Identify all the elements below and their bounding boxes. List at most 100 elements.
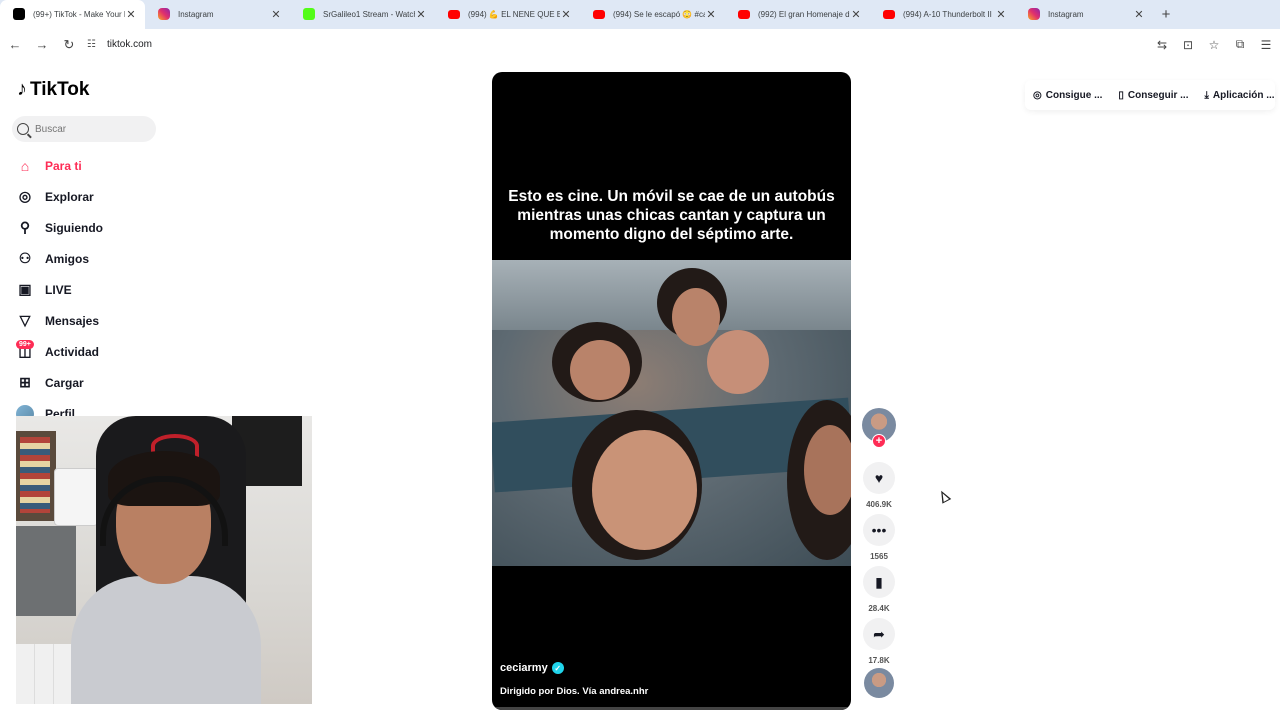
browser-tab-tiktok[interactable]: (99+) TikTok - Make Your D ✕: [0, 0, 145, 29]
like-action[interactable]: ♥ 406.9K: [861, 462, 897, 510]
back-icon[interactable]: ←: [3, 33, 27, 57]
tab-title: Instagram: [178, 10, 214, 19]
sidebar-nav: ⌂ Para ti ◎ Explorar ⚲ Siguiendo ⚇ Amigo…: [16, 150, 176, 429]
person-face: [672, 288, 720, 346]
upload-icon: ⊞: [19, 374, 31, 390]
video-player[interactable]: Esto es cine. Un móvil se cae de un auto…: [492, 72, 851, 710]
sidebar-item-label: Actividad: [45, 344, 100, 359]
creator-avatar[interactable]: +: [862, 408, 896, 448]
address-bar[interactable]: ☷ tiktok.com: [87, 39, 152, 50]
comment-icon[interactable]: •••: [863, 514, 895, 546]
video-progress-bar[interactable]: [492, 707, 851, 710]
activity-badge: 99+: [16, 340, 34, 349]
tab-title: SrGalileo1 Stream - Watch: [323, 10, 415, 19]
mouse-cursor-icon: [936, 488, 952, 504]
tiktok-note-icon: ♪: [17, 78, 27, 100]
person-face: [592, 430, 697, 550]
close-icon[interactable]: ✕: [560, 8, 572, 21]
browser-tab-instagram[interactable]: Instagram ✕: [145, 0, 290, 29]
tab-title: (994) Se le escapó 😳 #ca: [613, 10, 705, 19]
share-icon[interactable]: ➦: [863, 618, 895, 650]
sidebar-item-cargar[interactable]: ⊞ Cargar: [16, 367, 176, 398]
close-icon[interactable]: ✕: [415, 8, 427, 21]
sidebar-item-label: Explorar: [45, 189, 94, 204]
share-count: 17.8K: [868, 656, 890, 665]
sidebar-item-siguiendo[interactable]: ⚲ Siguiendo: [16, 212, 176, 243]
menu-icon[interactable]: ☰: [1258, 38, 1274, 52]
video-author[interactable]: ceciarmy ✓: [500, 662, 564, 674]
webcam-sofa: [16, 526, 76, 616]
webcam-floor: [16, 644, 76, 704]
video-description: Dirigido por Dios. Vía andrea.nhr: [500, 686, 649, 697]
reload-icon[interactable]: ↻: [57, 33, 81, 57]
extensions-icon[interactable]: ⧉: [1232, 37, 1248, 52]
browser-tab-youtube-1[interactable]: (994) 💪 EL NENE QUE EN ✕: [435, 0, 580, 29]
home-icon: ⌂: [20, 157, 30, 174]
webcam-bookshelf: [16, 431, 56, 521]
compass-icon: ◎: [18, 188, 32, 204]
close-icon[interactable]: ✕: [125, 8, 137, 21]
video-actions: + ♥ 406.9K ••• 1565 ▮ 28.4K ➦ 17.8K: [861, 408, 897, 698]
install-icon[interactable]: ⊡: [1180, 38, 1196, 52]
close-icon[interactable]: ✕: [705, 8, 717, 21]
sidebar-item-para-ti[interactable]: ⌂ Para ti: [16, 150, 176, 181]
search-input[interactable]: [35, 123, 145, 135]
sidebar-item-explorar[interactable]: ◎ Explorar: [16, 181, 176, 212]
browser-tab-kick[interactable]: SrGalileo1 Stream - Watch ✕: [290, 0, 435, 29]
forward-icon[interactable]: →: [30, 33, 54, 57]
search-box[interactable]: [12, 116, 156, 142]
get-coins-link[interactable]: ◎ Consigue ...: [1033, 90, 1102, 101]
youtube-icon: [593, 10, 605, 19]
webcam-person-body: [71, 576, 261, 704]
bookmark-icon[interactable]: ▮: [863, 566, 895, 598]
address-text[interactable]: tiktok.com: [107, 39, 152, 50]
phone-icon: ▯: [1118, 89, 1124, 101]
friends-icon: ⚇: [18, 250, 32, 266]
sound-avatar[interactable]: [864, 668, 894, 698]
sidebar-item-label: LIVE: [45, 282, 72, 297]
tab-title: (994) 💪 EL NENE QUE EN: [468, 10, 560, 19]
person-face: [804, 425, 851, 515]
translate-icon[interactable]: ⇆: [1154, 38, 1170, 52]
browser-tab-youtube-4[interactable]: (994) A-10 Thunderbolt II ✕: [870, 0, 1015, 29]
save-count: 28.4K: [868, 604, 890, 613]
sidebar-item-actividad[interactable]: ◫ 99+ Actividad: [16, 336, 176, 367]
person-face: [570, 340, 630, 400]
sidebar-item-live[interactable]: ▣ LIVE: [16, 274, 176, 305]
get-app-link[interactable]: ▯ Conseguir ...: [1118, 90, 1188, 101]
follow-plus-icon[interactable]: +: [872, 434, 886, 448]
tab-title: (992) El gran Homenaje d: [758, 10, 850, 19]
logo-text: TikTok: [30, 78, 90, 100]
share-action[interactable]: ➦ 17.8K: [861, 618, 897, 666]
following-icon: ⚲: [19, 219, 31, 235]
close-icon[interactable]: ✕: [270, 8, 282, 21]
bookmark-star-icon[interactable]: ☆: [1206, 38, 1222, 52]
tiktok-logo[interactable]: ♪ TikTok: [17, 78, 89, 101]
sidebar-item-label: Cargar: [45, 375, 84, 390]
site-info-icon[interactable]: ☷: [87, 39, 101, 50]
comment-count: 1565: [870, 552, 888, 561]
sidebar-item-amigos[interactable]: ⚇ Amigos: [16, 243, 176, 274]
browser-tabstrip: (99+) TikTok - Make Your D ✕ Instagram ✕…: [0, 0, 1280, 29]
new-tab-button[interactable]: +: [1153, 0, 1179, 29]
browser-tab-youtube-2[interactable]: (994) Se le escapó 😳 #ca ✕: [580, 0, 725, 29]
author-name[interactable]: ceciarmy: [500, 662, 548, 674]
desktop-app-link[interactable]: ⤓ Aplicación ...: [1204, 90, 1274, 101]
person-face: [707, 330, 769, 394]
get-app-label: Conseguir ...: [1127, 89, 1189, 101]
browser-tab-youtube-3[interactable]: (992) El gran Homenaje d ✕: [725, 0, 870, 29]
sidebar-item-label: Para ti: [45, 158, 82, 173]
kick-icon: [303, 8, 315, 20]
sidebar-item-mensajes[interactable]: ▽ Mensajes: [16, 305, 176, 336]
sidebar-item-label: Amigos: [45, 251, 90, 266]
close-icon[interactable]: ✕: [995, 8, 1007, 21]
instagram-icon: [158, 8, 170, 20]
tab-title: (99+) TikTok - Make Your D: [33, 10, 125, 19]
comment-action[interactable]: ••• 1565: [861, 514, 897, 562]
browser-tab-instagram-2[interactable]: Instagram ✕: [1015, 0, 1153, 29]
close-icon[interactable]: ✕: [850, 8, 862, 21]
heart-icon[interactable]: ♥: [863, 462, 895, 494]
close-icon[interactable]: ✕: [1133, 8, 1145, 21]
youtube-icon: [883, 10, 895, 19]
save-action[interactable]: ▮ 28.4K: [861, 566, 897, 614]
